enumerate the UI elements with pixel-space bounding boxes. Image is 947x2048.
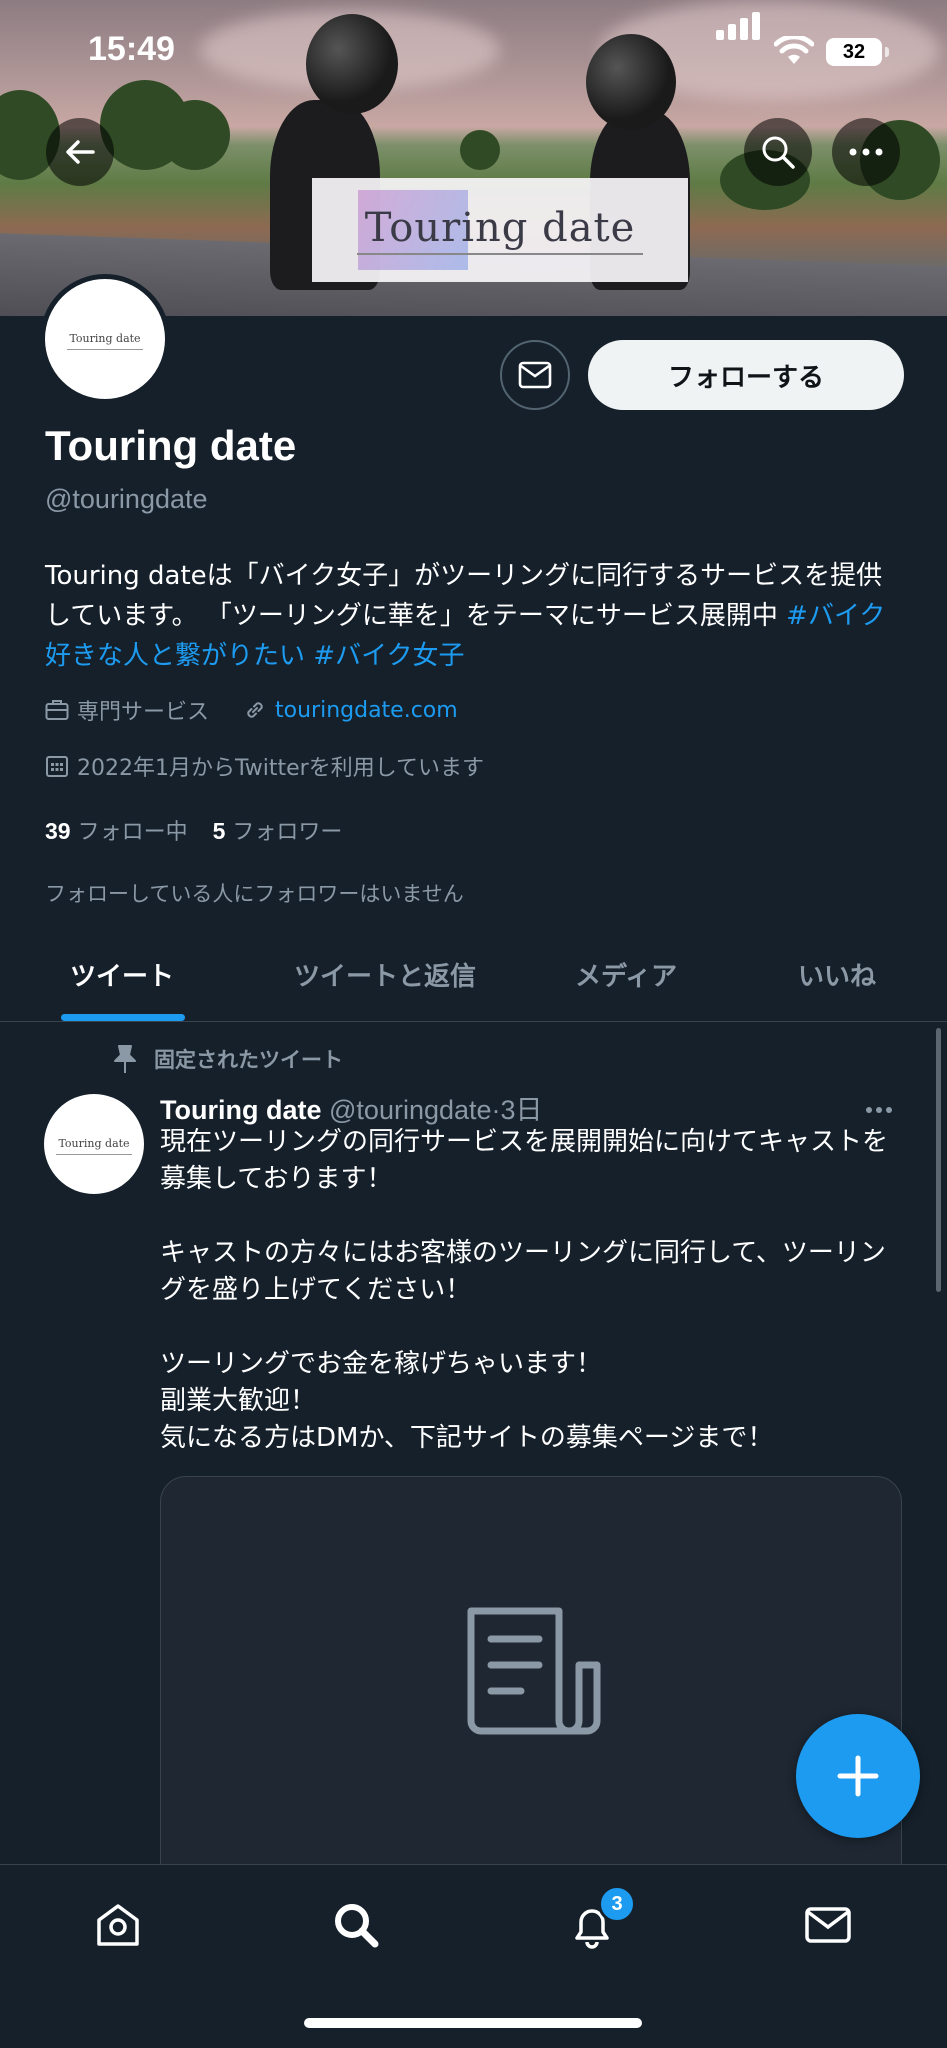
nav-home[interactable] [88,1895,148,1955]
pinned-tweet-label: 固定されたツイート [112,1044,343,1074]
tweet-text: 現在ツーリングの同行サービスを展開開始に向けてキャストを募集しております！ キャ… [160,1127,889,1453]
followers-label: フォロワー [232,820,343,845]
profile-joined-date: 2022年1月からTwitterを利用しています [77,756,485,781]
more-horizontal-icon [866,1098,896,1117]
notifications-badge: 3 [598,1885,636,1923]
profile-handle: @touringdate [45,484,208,514]
profile-meta-row: 専門サービス touringdate.com [45,694,458,726]
search-button[interactable] [744,118,812,186]
follow-counts: 39 フォロー中 5 フォロワー [45,814,342,846]
tweet-author-handle[interactable]: @touringdate [329,1095,492,1125]
calendar-icon [45,754,69,778]
home-icon [97,1904,139,1946]
tweet-timestamp[interactable]: 3日 [501,1095,543,1125]
profile-bio: Touring dateは「バイク女子」がツーリングに同行するサービスを提供して… [45,556,905,676]
profile-display-name: Touring date [45,422,297,469]
profile-tabs: ツイート ツイートと返信 メディア いいね [0,920,947,1022]
tab-tweets-and-replies[interactable]: ツイートと返信 [294,956,476,993]
status-bar: 15:49 32 [0,0,947,104]
more-options-button[interactable] [832,118,900,186]
envelope-icon [518,361,552,389]
tab-media[interactable]: メディア [575,956,677,993]
more-horizontal-icon [849,148,883,156]
followers-link[interactable]: 5 フォロワー [212,818,343,845]
profile-website-link[interactable]: touringdate.com [275,698,458,723]
follow-button[interactable]: フォローする [588,340,904,410]
tweet-author-avatar[interactable]: Touring date [44,1094,144,1194]
plus-icon [837,1755,879,1797]
message-button[interactable] [500,340,570,410]
avatar-logo: Touring date [63,326,143,350]
followers-count: 5 [212,818,226,844]
followers-you-know-note: フォローしている人にフォロワーはいません [45,882,464,906]
wifi-icon [774,36,814,64]
back-button[interactable] [46,118,114,186]
briefcase-icon [45,699,69,721]
banner-logo: Touring date [312,178,688,282]
link-icon [243,698,267,722]
active-tab-indicator [61,1014,185,1021]
status-time: 15:49 [88,30,175,68]
nav-search[interactable] [326,1895,386,1955]
profile-category: 専門サービス [77,700,210,725]
following-link[interactable]: 39 フォロー中 [45,818,188,845]
arrow-left-icon [66,140,95,164]
compose-tweet-button[interactable] [796,1714,920,1838]
tweet-more-button[interactable] [866,1098,896,1117]
nav-messages[interactable] [798,1895,858,1955]
bio-hashtag-link[interactable]: #バイク女子 [313,641,464,671]
profile-joined-row: 2022年1月からTwitterを利用しています [45,750,484,782]
tweet-author-name[interactable]: Touring date [160,1095,322,1125]
link-preview-card[interactable] [160,1476,902,1896]
profile-avatar[interactable]: Touring date [40,274,170,404]
bio-text: Touring dateは「バイク女子」がツーリングに同行するサービスを提供して… [45,561,883,631]
tweet-header: Touring date @touringdate·3日 [160,1095,543,1125]
tab-likes[interactable]: いいね [798,956,876,993]
search-icon [335,1904,379,1948]
following-label: フォロー中 [77,820,188,845]
avatar-logo: Touring date [52,1131,132,1155]
following-count: 39 [45,818,71,844]
pin-icon [112,1044,138,1074]
home-indicator [304,2018,642,2028]
battery-indicator: 32 [826,38,889,66]
scrollbar[interactable] [936,1028,941,1292]
article-icon [467,1607,601,1735]
search-icon [762,136,795,169]
envelope-icon [805,1907,851,1943]
tab-tweets[interactable]: ツイート [70,956,174,993]
